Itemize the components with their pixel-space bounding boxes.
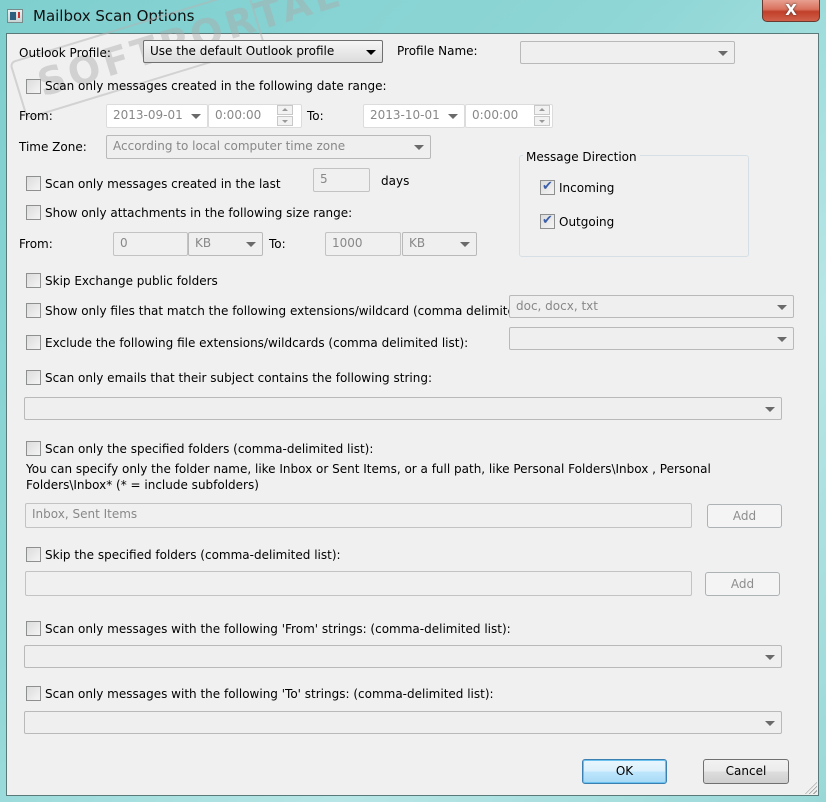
skip-public-label: Skip Exchange public folders [45,274,218,288]
exclude-ext-checkbox[interactable] [26,335,41,350]
skip-public-checkbox[interactable] [26,273,41,288]
cancel-button[interactable]: Cancel [703,759,789,784]
date-to-label: To: [307,109,324,123]
ok-button[interactable]: OK [582,759,667,784]
scan-folders-checkbox[interactable] [26,441,41,456]
last-days-input[interactable]: 5 [313,168,370,192]
include-ext-checkbox[interactable] [26,303,41,318]
time-from-spinner[interactable] [277,105,293,127]
window-title: Mailbox Scan Options [33,7,195,25]
date-to-value: 2013-10-01 [370,108,440,122]
outlook-profile-select[interactable]: Use the default Outlook profile [143,40,383,63]
scan-folders-input[interactable]: Inbox, Sent Items [25,503,692,528]
attachment-size-label: Show only attachments in the following s… [45,206,353,220]
skip-folders-add-button[interactable]: Add [705,572,780,596]
outlook-profile-label: Outlook Profile: [19,46,111,60]
date-range-label: Scan only messages created in the follow… [45,79,387,93]
skip-folders-label: Skip the specified folders (comma-delimi… [45,548,341,562]
exclude-ext-select[interactable] [509,327,794,350]
time-zone-value: According to local computer time zone [113,139,346,153]
spin-up-icon[interactable] [534,105,550,115]
spin-down-icon[interactable] [277,116,293,126]
size-to-unit-select[interactable]: KB [402,232,477,256]
close-button[interactable]: X [762,0,820,22]
size-from-unit-select[interactable]: KB [188,232,263,256]
chevron-down-icon [366,50,376,55]
last-days-label: Scan only messages created in the last [45,177,281,191]
from-strings-label: Scan only messages with the following 'F… [45,622,511,636]
chevron-down-icon [765,655,775,660]
chevron-down-icon [777,305,787,310]
scan-folders-value: Inbox, Sent Items [32,507,138,521]
size-to-input[interactable]: 1000 [325,232,401,256]
size-to-unit-value: KB [409,236,426,250]
exclude-ext-label: Exclude the following file extensions/wi… [45,336,469,350]
outgoing-label: Outgoing [559,215,615,229]
message-direction-group [519,155,749,257]
to-strings-select[interactable] [24,711,782,734]
incoming-checkbox[interactable] [540,179,555,195]
spin-down-icon[interactable] [534,116,550,126]
chevron-down-icon [765,721,775,726]
skip-folders-input[interactable] [25,571,692,596]
outgoing-checkbox[interactable] [540,213,555,229]
size-to-value: 1000 [332,236,363,250]
date-from-label: From: [19,109,53,123]
date-from-value: 2013-09-01 [113,108,183,122]
time-from-value: 0:00:00 [215,108,262,122]
time-zone-select[interactable]: According to local computer time zone [106,135,431,159]
last-days-checkbox[interactable] [26,176,41,191]
subject-select[interactable] [24,397,782,420]
app-icon [7,9,23,23]
size-from-input[interactable]: 0 [113,232,188,256]
chevron-down-icon [765,407,775,412]
scan-folders-help-line2: Folders\Inbox* (* = include subfolders) [26,478,259,492]
to-strings-label: Scan only messages with the following 'T… [45,687,494,701]
from-strings-select[interactable] [24,645,782,668]
chevron-down-icon [460,242,470,247]
from-strings-checkbox[interactable] [26,621,41,636]
profile-name-label: Profile Name: [397,44,478,58]
spin-up-icon[interactable] [277,105,293,115]
message-direction-title: Message Direction [523,150,640,164]
chevron-down-icon [448,114,458,119]
time-to-value: 0:00:00 [472,108,519,122]
time-zone-label: Time Zone: [19,140,87,154]
days-unit-label: days [381,174,410,188]
size-to-label: To: [269,237,286,251]
skip-folders-checkbox[interactable] [26,547,41,562]
outlook-profile-value: Use the default Outlook profile [150,44,335,58]
include-ext-value: doc, docx, txt [516,299,598,313]
date-range-checkbox[interactable] [26,79,41,94]
date-from-picker[interactable]: 2013-09-01 [106,104,208,128]
incoming-label: Incoming [559,181,615,195]
include-ext-label: Show only files that match the following… [45,304,528,318]
date-to-picker[interactable]: 2013-10-01 [363,104,465,128]
subject-label: Scan only emails that their subject cont… [45,371,432,385]
title-bar: Mailbox Scan Options X [0,0,826,34]
attachment-size-checkbox[interactable] [26,205,41,220]
scan-folders-help-line1: You can specify only the folder name, li… [26,462,711,476]
size-from-value: 0 [120,236,128,250]
resize-grip[interactable] [805,782,817,794]
dialog-body: SOFTPORTAL Outlook Profile: Use the defa… [6,0,819,796]
chevron-down-icon [191,114,201,119]
chevron-down-icon [414,145,424,150]
to-strings-checkbox[interactable] [26,686,41,701]
size-from-label: From: [19,237,53,251]
size-from-unit-value: KB [195,236,212,250]
profile-name-select[interactable] [520,41,735,64]
scan-folders-add-button[interactable]: Add [707,504,782,528]
chevron-down-icon [246,242,256,247]
include-ext-select[interactable]: doc, docx, txt [509,295,794,318]
last-days-value: 5 [320,172,328,186]
chevron-down-icon [718,51,728,56]
subject-checkbox[interactable] [26,370,41,385]
time-to-spinner[interactable] [534,105,550,127]
chevron-down-icon [777,337,787,342]
scan-folders-label: Scan only the specified folders (comma-d… [45,442,374,456]
